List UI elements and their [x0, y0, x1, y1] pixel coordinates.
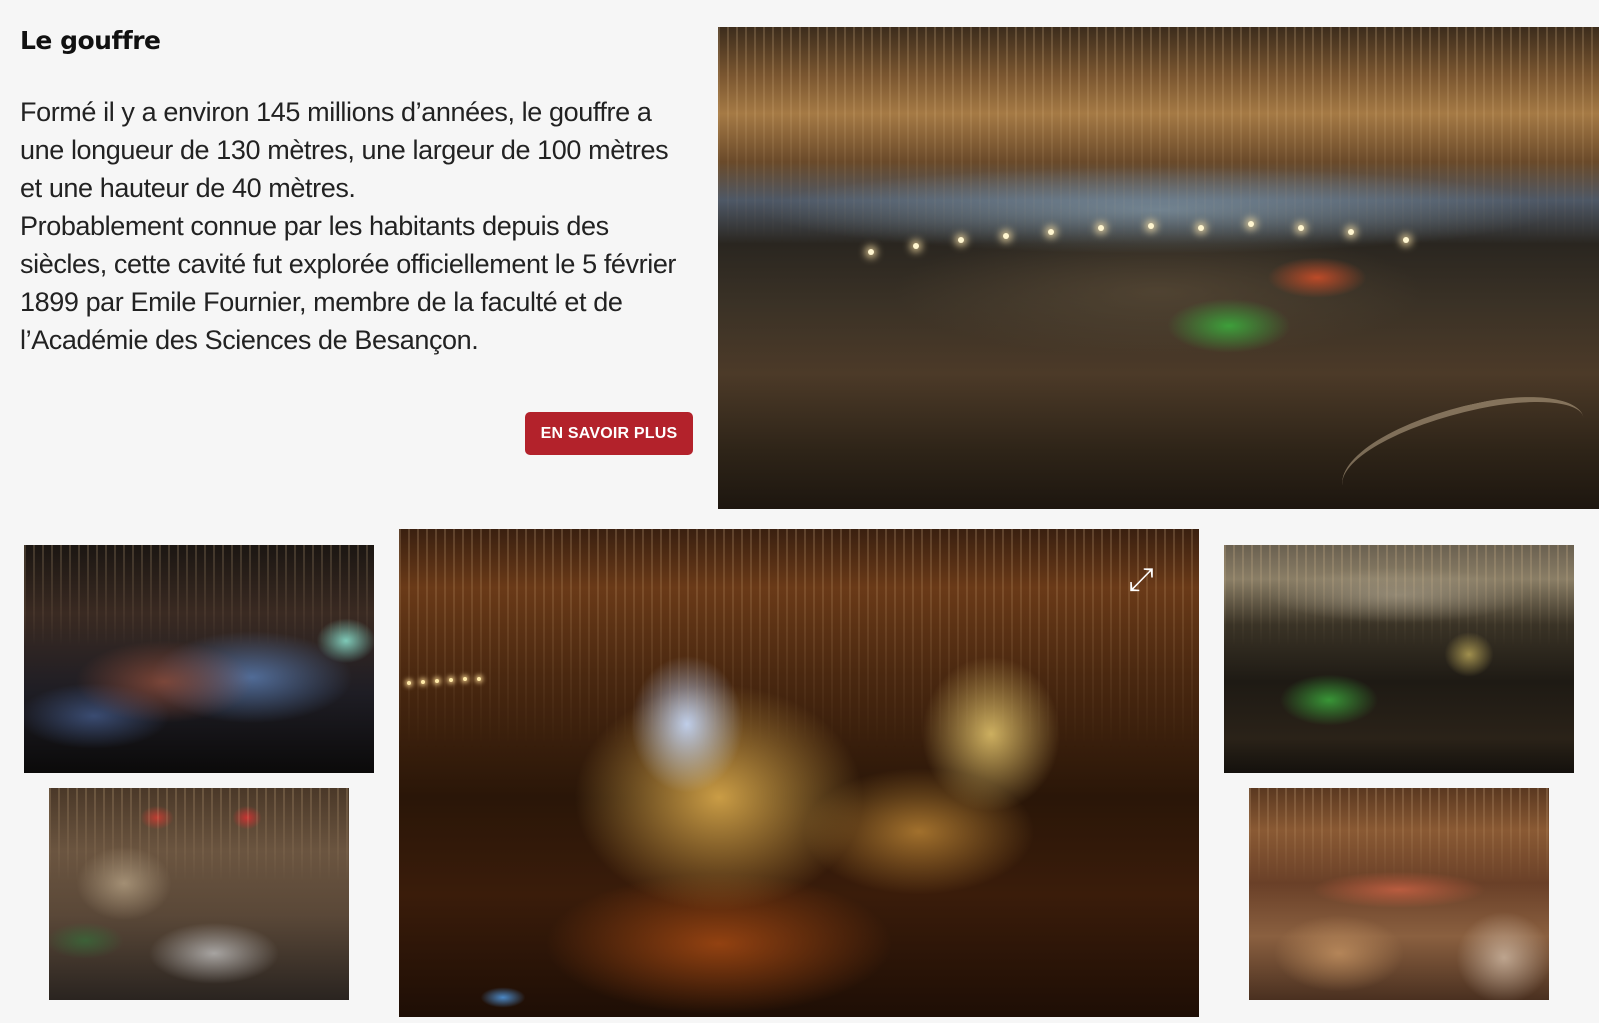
gallery-photo-blue-cave[interactable]: [24, 545, 374, 773]
section-description: Formé il y a environ 145 millions d’anné…: [20, 93, 695, 359]
hero-cave-photo[interactable]: [718, 27, 1599, 509]
path-lights: [407, 677, 497, 687]
gallery-photo-green-cave[interactable]: [1224, 545, 1574, 773]
stalactite-texture: [399, 529, 1199, 749]
gallery-photo-formations[interactable]: [49, 788, 349, 1000]
path-lights: [868, 217, 1428, 257]
section-title: Le gouffre: [20, 26, 161, 55]
learn-more-button[interactable]: EN SAVOIR PLUS: [525, 412, 693, 455]
stalactite-texture: [1249, 788, 1549, 884]
paragraph-history: Probablement connue par les habitants de…: [20, 211, 677, 355]
stalactite-texture: [49, 788, 349, 884]
stalactite-texture: [1224, 545, 1574, 648]
expand-icon[interactable]: ⤢: [1121, 559, 1161, 599]
walkway: [1331, 381, 1595, 509]
gallery-photo-stalactites[interactable]: [1249, 788, 1549, 1000]
paragraph-dimensions: Formé il y a environ 145 millions d’anné…: [20, 97, 669, 203]
gallery-photo-featured[interactable]: ⤢: [399, 529, 1199, 1017]
stalactite-texture: [24, 545, 374, 648]
stalactite-texture: [718, 27, 1599, 244]
